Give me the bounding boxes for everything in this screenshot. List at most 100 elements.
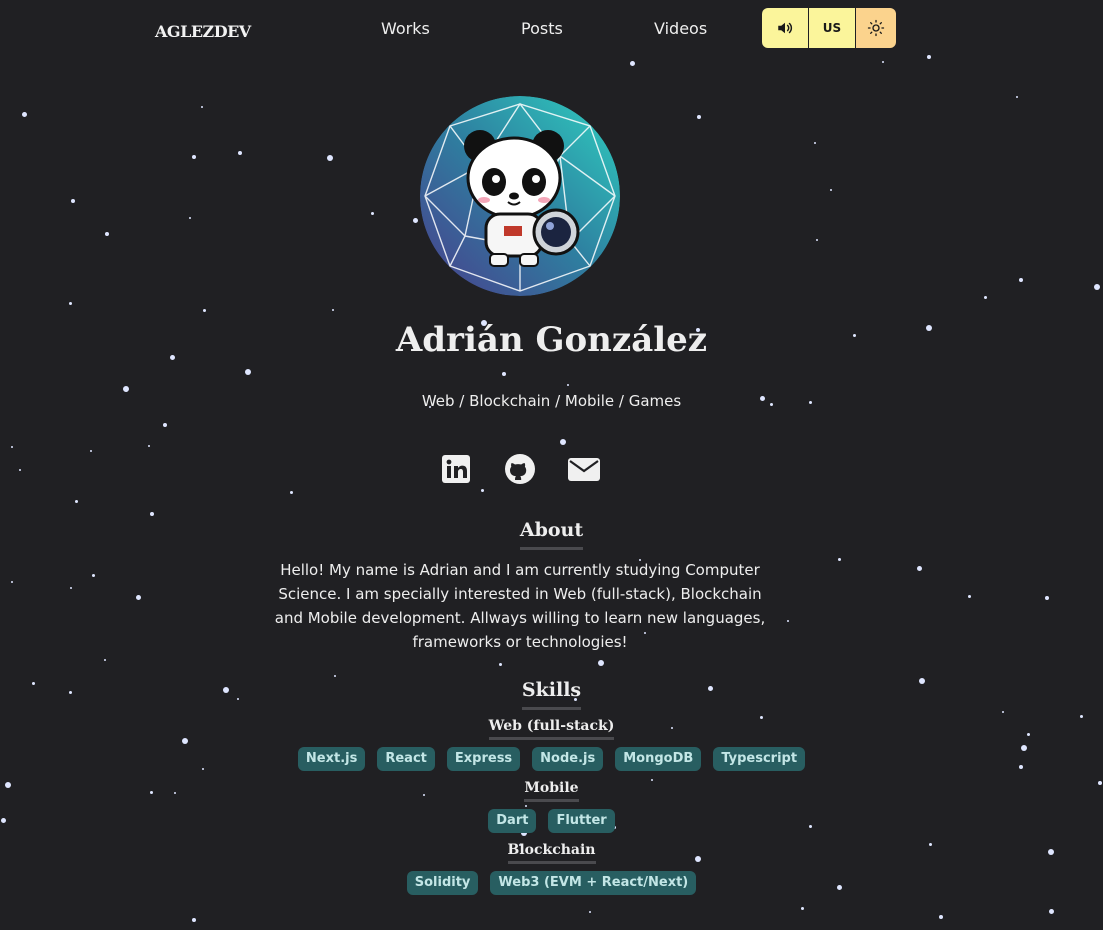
- avatar: [420, 96, 620, 296]
- star: [837, 557, 841, 561]
- star: [192, 155, 196, 159]
- skill-group-label: Web (full-stack): [488, 718, 615, 740]
- skill-tag: Flutter: [548, 809, 615, 833]
- star: [814, 142, 816, 144]
- star: [1002, 711, 1004, 713]
- sun-icon: [867, 19, 885, 37]
- star: [163, 423, 167, 427]
- star: [202, 308, 206, 312]
- profile-subtitle: Web / Blockchain / Mobile / Games: [421, 392, 682, 410]
- github-icon: [505, 454, 535, 484]
- skill-tags-mobile: Dart Flutter: [0, 809, 1103, 833]
- skill-tag: Node.js: [532, 747, 604, 771]
- mail-icon: [568, 458, 600, 481]
- skill-tag: MongoDB: [615, 747, 702, 771]
- star: [830, 189, 832, 191]
- star: [567, 384, 569, 386]
- skill-tag: Web3 (EVM + React/Next): [490, 871, 697, 895]
- star: [480, 488, 484, 492]
- star: [816, 239, 818, 241]
- star: [21, 111, 27, 117]
- nav-link-works[interactable]: Works: [381, 19, 430, 38]
- skill-tag: Next.js: [297, 747, 366, 771]
- star: [105, 232, 109, 236]
- avatar-panda: [420, 96, 620, 296]
- skill-tags-blockchain: Solidity Web3 (EVM + React/Next): [0, 871, 1103, 895]
- star: [332, 309, 334, 311]
- star: [289, 490, 293, 494]
- star: [11, 446, 13, 448]
- star: [135, 594, 141, 600]
- star: [560, 439, 566, 445]
- star: [525, 805, 527, 807]
- skill-group-label: Blockchain: [507, 842, 596, 864]
- star: [598, 660, 604, 666]
- sound-toggle-button[interactable]: [762, 8, 808, 48]
- about-heading: About: [0, 519, 1103, 550]
- star: [91, 573, 95, 577]
- skill-group-title-blockchain: Blockchain: [0, 842, 1103, 864]
- star: [916, 565, 922, 571]
- email-link[interactable]: [567, 453, 601, 485]
- nav-link-videos[interactable]: Videos: [654, 19, 707, 38]
- profile-name: Adrián González: [395, 320, 708, 360]
- speaker-icon: [778, 22, 793, 34]
- star: [502, 372, 506, 376]
- star: [697, 115, 701, 119]
- skills-title: Skills: [521, 679, 582, 710]
- skills-heading: Skills: [0, 679, 1103, 710]
- skill-tag: Typescript: [713, 747, 806, 771]
- star: [370, 211, 374, 215]
- linkedin-icon: [442, 455, 470, 483]
- star: [787, 620, 789, 622]
- star: [1045, 596, 1049, 600]
- star: [192, 918, 196, 922]
- star: [334, 675, 336, 677]
- star: [967, 594, 971, 598]
- star: [19, 469, 21, 471]
- skill-tag: React: [377, 747, 435, 771]
- skill-group-title-mobile: Mobile: [0, 780, 1103, 802]
- github-link[interactable]: [504, 453, 536, 485]
- skill-tag: Solidity: [406, 871, 479, 895]
- star: [412, 217, 418, 223]
- star: [104, 659, 106, 661]
- star: [245, 369, 251, 375]
- star: [71, 199, 75, 203]
- linkedin-link[interactable]: [440, 453, 472, 485]
- star: [1016, 96, 1018, 98]
- star: [589, 911, 591, 913]
- skill-group-title-web: Web (full-stack): [0, 718, 1103, 740]
- star: [498, 662, 502, 666]
- nav-link-posts[interactable]: Posts: [521, 19, 563, 38]
- star: [327, 155, 333, 161]
- star: [629, 60, 635, 66]
- star: [68, 301, 72, 305]
- star: [1048, 908, 1054, 914]
- star: [800, 906, 804, 910]
- theme-toggle-button[interactable]: [856, 8, 896, 48]
- star: [148, 445, 150, 447]
- star: [1094, 284, 1100, 290]
- site-logo[interactable]: AGLEZDEV: [155, 22, 251, 41]
- star: [11, 581, 13, 583]
- skill-group-label: Mobile: [524, 780, 579, 802]
- star: [74, 499, 78, 503]
- skill-tag: Express: [446, 747, 521, 771]
- language-button[interactable]: US: [809, 8, 855, 48]
- star: [983, 295, 987, 299]
- star: [238, 151, 242, 155]
- about-text: Hello! My name is Adrian and I am curren…: [274, 561, 766, 651]
- star: [882, 61, 884, 63]
- star: [939, 915, 943, 919]
- skill-tag: Dart: [488, 809, 537, 833]
- star: [201, 106, 203, 108]
- star: [90, 450, 92, 452]
- top-navbar: AGLEZDEV Works Posts Videos US: [0, 0, 1103, 58]
- star: [1019, 278, 1023, 282]
- star: [70, 587, 72, 589]
- star: [150, 512, 154, 516]
- star: [189, 217, 191, 219]
- about-title: About: [519, 519, 584, 550]
- skill-tags-web: Next.js React Express Node.js MongoDB Ty…: [0, 747, 1103, 771]
